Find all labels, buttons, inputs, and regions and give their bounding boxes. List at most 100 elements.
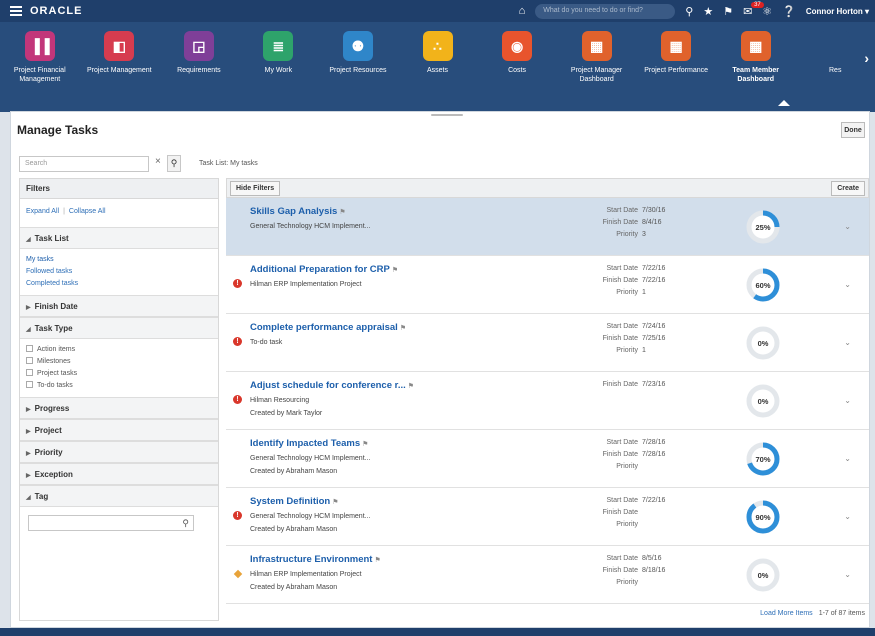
tag-search-input[interactable]: ⚲ — [28, 515, 194, 531]
task-row[interactable]: Infrastructure Environment ⚑ Hilman ERP Im… — [226, 546, 869, 604]
task-row[interactable]: ! Complete performance appraisal ⚑ To-do ta… — [226, 314, 869, 372]
task-row[interactable]: Identify Impacted Teams ⚑ General Technolo… — [226, 430, 869, 488]
create-button[interactable]: Create — [831, 181, 865, 196]
task-row[interactable]: ! System Definition ⚑ General Technology HC… — [226, 488, 869, 546]
checkbox[interactable] — [26, 381, 33, 388]
task-title[interactable]: Adjust schedule for conference r... ⚑ — [250, 380, 414, 391]
search-icon[interactable]: ⚲ — [182, 518, 189, 529]
task-list-link[interactable]: Followed tasks — [26, 266, 212, 278]
filter-section-exception[interactable]: ▶ Exception — [20, 463, 218, 485]
task-row[interactable]: Skills Gap Analysis ⚑ General Technology H… — [226, 198, 869, 256]
caret-right-icon: ▶ — [26, 473, 31, 479]
task-title[interactable]: Infrastructure Environment ⚑ — [250, 554, 381, 565]
progress-ring: 25% — [744, 208, 782, 246]
chevron-down-icon[interactable]: ⌄ — [844, 222, 851, 231]
app-tile[interactable]: ≣ My Work — [239, 31, 319, 84]
filter-section-priority[interactable]: ▶ Priority — [20, 441, 218, 463]
task-type-option[interactable]: Action items — [26, 344, 212, 356]
task-type-option[interactable]: Project tasks — [26, 368, 212, 380]
checkbox[interactable] — [26, 357, 33, 364]
accessibility-icon[interactable]: ⚛ — [762, 5, 772, 18]
search-icon[interactable]: ⚲ — [685, 5, 693, 18]
task-list-link[interactable]: Completed tasks — [26, 278, 212, 290]
tag-icon[interactable]: ⚑ — [408, 383, 414, 390]
progress-percent: 0% — [757, 396, 769, 406]
app-tile[interactable]: ∴ Assets — [398, 31, 478, 84]
collapse-all-link[interactable]: Collapse All — [69, 208, 106, 215]
task-row[interactable]: ! Additional Preparation for CRP ⚑ Hilman E… — [226, 256, 869, 314]
menu-icon[interactable] — [10, 6, 22, 16]
hide-filters-button[interactable]: Hide Filters — [230, 181, 281, 196]
progress-percent: 0% — [757, 570, 769, 580]
priority-label: Priority — [616, 231, 638, 238]
task-search-input[interactable]: Search — [19, 156, 149, 172]
tag-icon[interactable]: ⚑ — [374, 557, 380, 564]
chevron-down-icon[interactable]: ⌄ — [844, 512, 851, 521]
clear-search-icon[interactable]: × — [155, 156, 161, 167]
chevron-down-icon[interactable]: ⌄ — [844, 280, 851, 289]
filter-section-task-list[interactable]: ◢ Task List — [20, 227, 218, 249]
notifications-bell-icon[interactable]: ✉ 37 — [743, 1, 764, 18]
task-title[interactable]: Additional Preparation for CRP ⚑ — [250, 264, 398, 275]
filter-section-task-type[interactable]: ◢ Task Type — [20, 317, 218, 339]
tag-icon[interactable]: ⚑ — [339, 209, 345, 216]
drag-handle[interactable] — [431, 114, 463, 116]
app-tile[interactable]: ▦ Project Performance — [636, 31, 716, 84]
flag-icon[interactable]: ⚑ — [723, 5, 733, 18]
filter-section-finish-date[interactable]: ▶ Finish Date — [20, 295, 218, 317]
tag-icon[interactable]: ⚑ — [362, 441, 368, 448]
finish-date-label: Finish Date — [602, 451, 638, 458]
chevron-down-icon[interactable]: ⌄ — [844, 454, 851, 463]
priority-label: Priority — [616, 347, 638, 354]
tag-icon[interactable]: ⚑ — [392, 267, 398, 274]
app-icon: ▦ — [581, 31, 612, 61]
load-more-link[interactable]: Load More Items — [760, 610, 813, 617]
priority-label: Priority — [616, 521, 638, 528]
task-title[interactable]: Skills Gap Analysis ⚑ — [250, 206, 346, 217]
finish-date: 7/28/16 — [642, 451, 666, 458]
task-row[interactable]: ! Adjust schedule for conference r... ⚑ Hil… — [226, 372, 869, 430]
done-button[interactable]: Done — [841, 122, 865, 138]
chevron-right-icon[interactable]: › — [864, 50, 869, 66]
task-type-option[interactable]: Milestones — [26, 356, 212, 368]
tag-icon[interactable]: ⚑ — [400, 325, 406, 332]
app-tile[interactable]: ▦ Project Manager Dashboard — [557, 31, 637, 84]
global-search-input[interactable]: What do you need to do or find? — [535, 3, 676, 19]
item-count: 1-7 of 87 items — [818, 610, 865, 617]
filter-section-progress[interactable]: ▶ Progress — [20, 397, 218, 419]
finish-date: 7/25/16 — [642, 335, 666, 342]
app-tile[interactable]: ⚉ Project Resources — [318, 31, 398, 84]
task-title[interactable]: Complete performance appraisal ⚑ — [250, 322, 406, 333]
app-tile[interactable]: ◉ Costs — [477, 31, 557, 84]
user-menu[interactable]: Connor Horton ▾ — [806, 7, 869, 16]
progress-ring: 0% — [744, 556, 782, 594]
app-tile[interactable]: ◧ Project Management — [80, 31, 160, 84]
app-strip: ▐▐ Project Financial Management ◧ Project M… — [0, 22, 875, 84]
checkbox[interactable] — [26, 369, 33, 376]
help-icon[interactable]: ❔ — [782, 5, 796, 18]
app-tile[interactable]: ▐▐ Project Financial Management — [0, 31, 80, 84]
task-title[interactable]: Identify Impacted Teams ⚑ — [250, 438, 368, 449]
task-project: Hilman ERP Implementation Project — [250, 571, 362, 578]
home-icon[interactable]: ⌂ — [519, 5, 526, 17]
app-tile[interactable]: ◲ Requirements — [159, 31, 239, 84]
checkbox[interactable] — [26, 345, 33, 352]
app-icon: ⚉ — [342, 31, 373, 61]
chevron-down-icon[interactable]: ⌄ — [844, 570, 851, 579]
search-icon[interactable]: ⚲ — [167, 155, 181, 172]
task-title[interactable]: System Definition ⚑ — [250, 496, 339, 507]
task-type-option[interactable]: To-do tasks — [26, 380, 212, 392]
app-label: Assets — [426, 67, 448, 74]
filter-section-project[interactable]: ▶ Project — [20, 419, 218, 441]
task-list-link[interactable]: My tasks — [26, 254, 212, 266]
filter-section-tag[interactable]: ◢ Tag — [20, 485, 218, 507]
app-tile[interactable]: ▦ Team Member Dashboard — [716, 31, 796, 84]
app-tile[interactable]: Res — [795, 31, 875, 84]
favorites-star-icon[interactable]: ★ — [703, 5, 713, 18]
chevron-down-icon[interactable]: ⌄ — [844, 396, 851, 405]
tag-icon[interactable]: ⚑ — [332, 499, 338, 506]
chevron-down-icon[interactable]: ⌄ — [844, 338, 851, 347]
expand-all-link[interactable]: Expand All — [26, 208, 59, 215]
bottom-strip — [0, 628, 875, 636]
priority-label: Priority — [616, 463, 638, 470]
